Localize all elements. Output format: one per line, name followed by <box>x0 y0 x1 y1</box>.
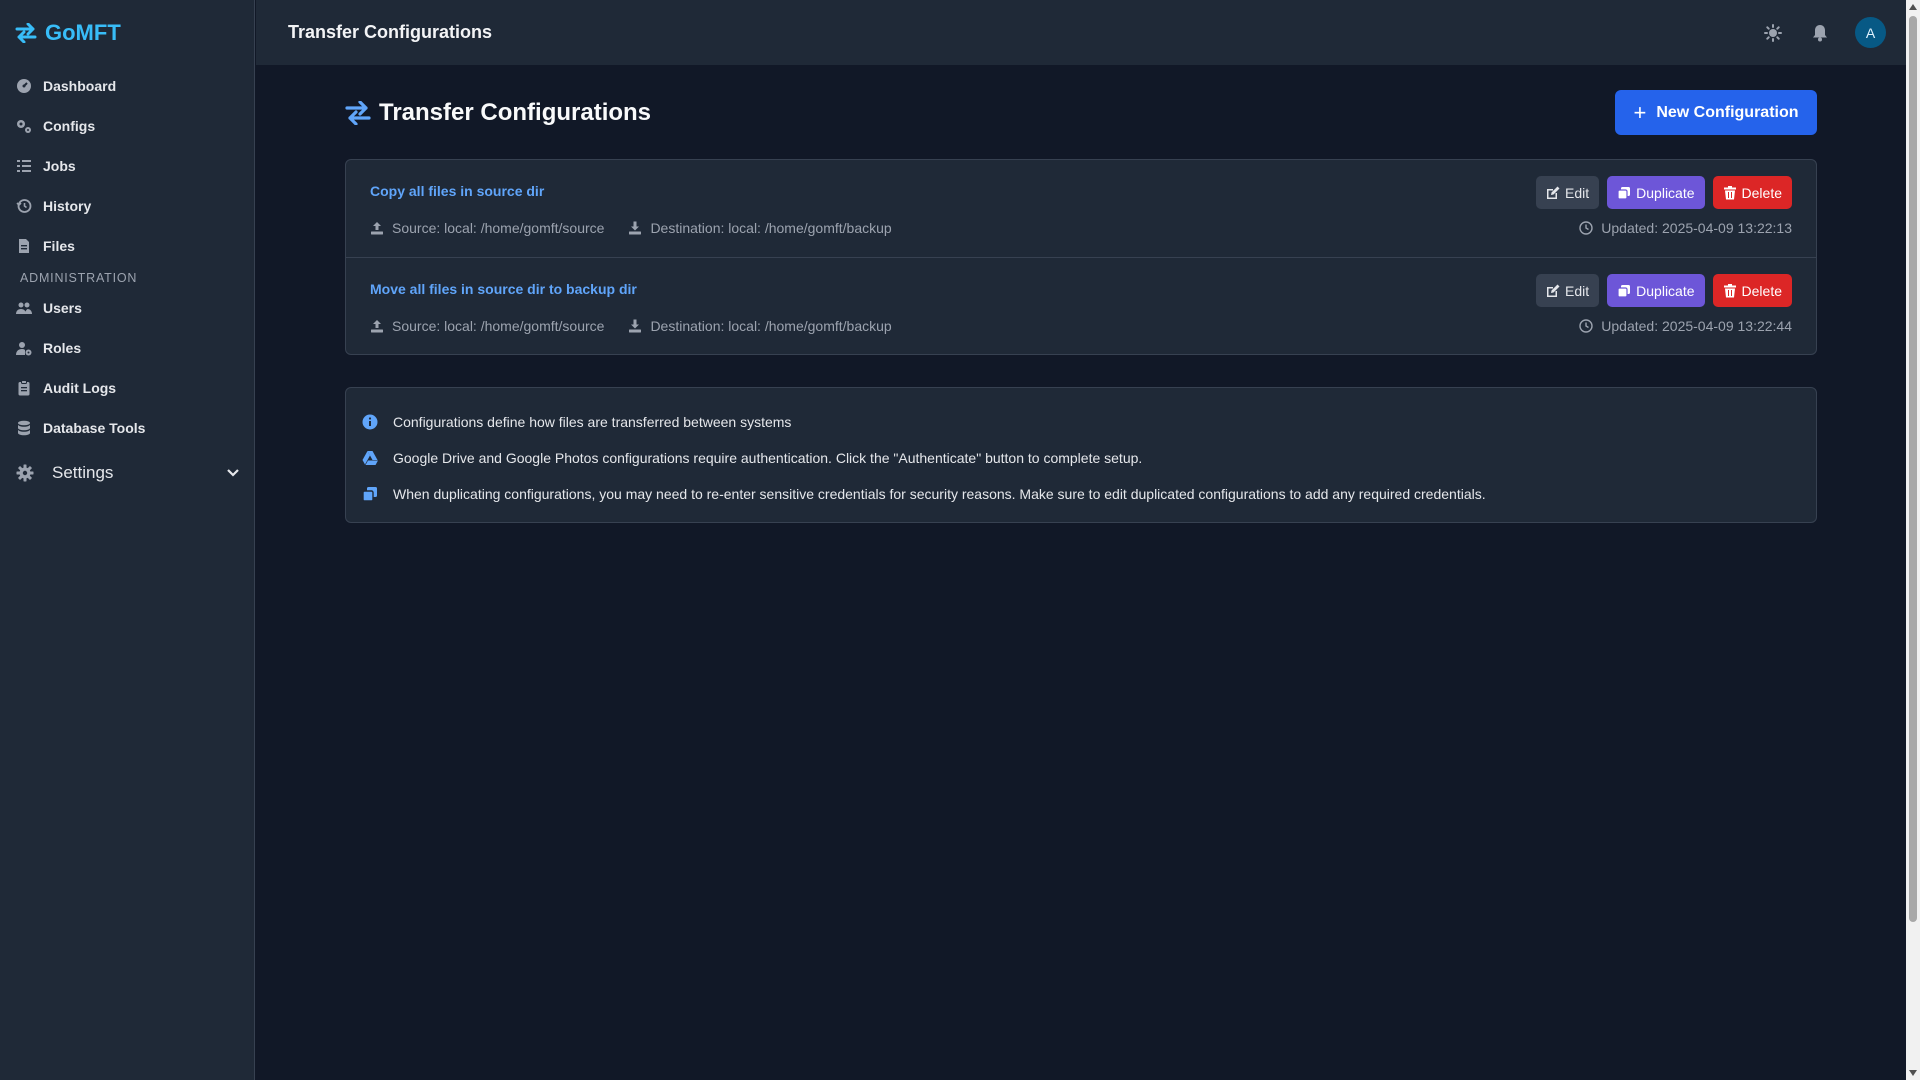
new-configuration-label: New Configuration <box>1656 103 1799 121</box>
duplicate-button[interactable]: Duplicate <box>1607 176 1705 209</box>
trash-icon <box>1723 283 1736 297</box>
clock-icon <box>1579 319 1593 333</box>
sidebar-item-users[interactable]: Users <box>0 288 254 328</box>
copy-icon <box>1617 186 1631 200</box>
main-content: Transfer Configurations + New Configurat… <box>345 90 1817 523</box>
clock-icon <box>1579 221 1593 235</box>
plus-icon: + <box>1633 99 1647 125</box>
sidebar-section-administration: ADMINISTRATION <box>20 271 138 285</box>
page-scrollbar[interactable] <box>1906 0 1920 1080</box>
theme-toggle-button[interactable] <box>1762 22 1784 44</box>
duplicate-button[interactable]: Duplicate <box>1607 274 1705 307</box>
config-name-link[interactable]: Copy all files in source dir <box>370 183 544 199</box>
sidebar-item-settings[interactable]: Settings <box>0 450 254 496</box>
duplicate-label: Duplicate <box>1636 184 1695 201</box>
sidebar-item-history[interactable]: History <box>0 186 254 226</box>
list-icon <box>17 160 31 172</box>
page-title: Transfer Configurations <box>379 98 652 126</box>
info-text: When duplicating configurations, you may… <box>393 486 1486 502</box>
users-icon <box>16 302 32 314</box>
sidebar-item-label: Audit Logs <box>43 380 117 396</box>
info-text: Configurations define how files are tran… <box>393 414 792 430</box>
info-line: When duplicating configurations, you may… <box>362 476 1800 512</box>
sidebar-item-label: Configs <box>43 118 96 134</box>
edit-button[interactable]: Edit <box>1536 274 1600 307</box>
edit-icon <box>1547 186 1560 199</box>
config-source: Source: local: /home/gomft/source <box>392 318 605 334</box>
dashboard-icon <box>17 79 31 93</box>
sidebar-item-label: Files <box>43 238 75 254</box>
transfer-arrows-icon <box>15 23 37 43</box>
edit-label: Edit <box>1565 282 1590 299</box>
download-icon <box>629 319 642 333</box>
history-icon <box>16 199 32 213</box>
upload-icon <box>371 222 383 235</box>
sidebar: GoMFT Dashboard Configs Jobs History Fil… <box>0 0 255 1080</box>
delete-label: Delete <box>1741 184 1782 201</box>
page-title-wrap: Transfer Configurations <box>345 99 651 127</box>
new-configuration-button[interactable]: + New Configuration <box>1615 90 1817 135</box>
sidebar-item-database-tools[interactable]: Database Tools <box>0 408 254 448</box>
config-row: Move all files in source dir to backup d… <box>346 257 1816 354</box>
chevron-down-icon[interactable] <box>226 468 240 478</box>
clipboard-icon <box>18 380 30 396</box>
google-drive-icon <box>362 451 378 465</box>
sidebar-item-label: Settings <box>52 463 114 482</box>
config-destination: Destination: local: /home/gomft/backup <box>650 318 892 334</box>
gear-icon <box>16 464 34 482</box>
scrollbar-thumb[interactable] <box>1909 16 1917 922</box>
sidebar-item-dashboard[interactable]: Dashboard <box>0 66 254 106</box>
sidebar-item-label: Roles <box>43 340 82 356</box>
edit-icon <box>1547 284 1560 297</box>
info-circle-icon <box>362 414 378 430</box>
scroll-up-arrow-icon[interactable] <box>1909 4 1917 10</box>
sun-icon <box>1764 23 1782 42</box>
topbar-title: Transfer Configurations <box>288 22 493 42</box>
sidebar-item-label: Database Tools <box>43 420 146 436</box>
brand-logo[interactable]: GoMFT <box>0 0 254 66</box>
info-panel: Configurations define how files are tran… <box>345 387 1817 523</box>
edit-button[interactable]: Edit <box>1536 176 1600 209</box>
config-list: Copy all files in source dir Edit Duplic… <box>345 159 1817 355</box>
sidebar-item-label: Users <box>43 300 82 316</box>
config-updated: Updated: 2025-04-09 13:22:44 <box>1601 318 1792 334</box>
download-icon <box>629 221 642 235</box>
brand-name: GoMFT <box>45 20 121 45</box>
file-icon <box>19 239 29 253</box>
duplicate-label: Duplicate <box>1636 282 1695 299</box>
edit-label: Edit <box>1565 184 1590 201</box>
scroll-down-arrow-icon[interactable] <box>1909 1070 1917 1076</box>
sidebar-item-roles[interactable]: Roles <box>0 328 254 368</box>
sidebar-item-label: Dashboard <box>43 78 117 94</box>
config-source: Source: local: /home/gomft/source <box>392 220 605 236</box>
bell-icon <box>1813 24 1827 41</box>
info-text: Google Drive and Google Photos configura… <box>393 450 1143 466</box>
info-line: Google Drive and Google Photos configura… <box>362 440 1800 476</box>
sidebar-item-label: History <box>43 198 92 214</box>
config-name-link[interactable]: Move all files in source dir to backup d… <box>370 281 637 297</box>
delete-button[interactable]: Delete <box>1712 274 1792 307</box>
database-icon <box>18 420 30 436</box>
config-destination: Destination: local: /home/gomft/backup <box>650 220 892 236</box>
sidebar-item-jobs[interactable]: Jobs <box>0 146 254 186</box>
avatar[interactable]: A <box>1855 17 1886 48</box>
info-line: Configurations define how files are tran… <box>362 404 1800 440</box>
trash-icon <box>1723 185 1736 199</box>
config-updated: Updated: 2025-04-09 13:22:13 <box>1601 220 1792 236</box>
user-cog-icon <box>16 342 32 356</box>
upload-icon <box>371 320 383 333</box>
sidebar-item-files[interactable]: Files <box>0 226 254 266</box>
copy-icon <box>1617 284 1631 298</box>
sidebar-item-audit-logs[interactable]: Audit Logs <box>0 368 254 408</box>
config-row: Copy all files in source dir Edit Duplic… <box>346 160 1816 257</box>
delete-button[interactable]: Delete <box>1712 176 1792 209</box>
transfer-arrows-icon <box>345 100 371 125</box>
sidebar-item-label: Jobs <box>43 158 76 174</box>
notifications-button[interactable] <box>1809 22 1831 44</box>
sidebar-item-configs[interactable]: Configs <box>0 106 254 146</box>
copy-icon <box>362 487 377 502</box>
delete-label: Delete <box>1741 282 1782 299</box>
gears-icon <box>17 120 31 133</box>
top-bar: Transfer Configurations A <box>256 0 1906 66</box>
